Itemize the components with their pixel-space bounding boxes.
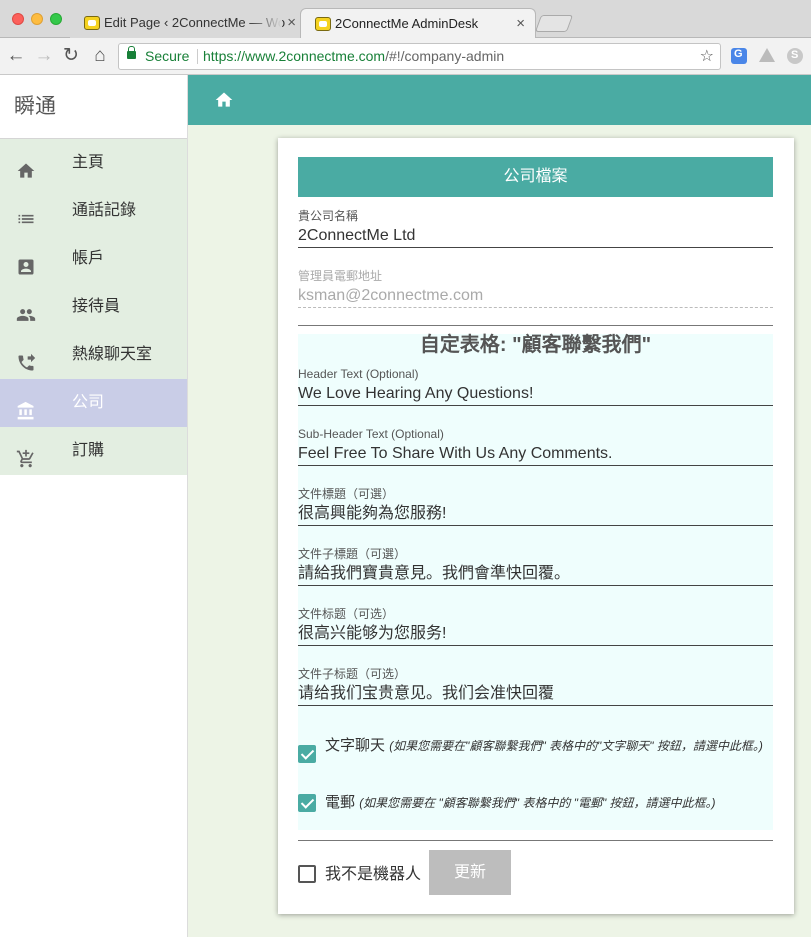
sidebar-menu: 主頁 通話記錄 帳戶 接待員 熱線聊天室 公司 訂購 bbox=[0, 139, 187, 475]
home-icon[interactable] bbox=[213, 90, 235, 110]
site-favicon-icon bbox=[84, 16, 100, 30]
forward-arrow-icon[interactable]: → bbox=[33, 44, 55, 68]
home-icon bbox=[16, 153, 36, 178]
sidebar-item-order[interactable]: 訂購 bbox=[0, 427, 187, 475]
field-label: Sub-Header Text (Optional) bbox=[298, 427, 444, 441]
browser-tab-bar: Edit Page ‹ 2ConnectMe — Wo × 2ConnectMe… bbox=[0, 0, 811, 38]
tab-title: 2ConnectMe AdminDesk bbox=[335, 16, 479, 31]
checkbox-label: 文字聊天 bbox=[325, 737, 386, 754]
doc-title-simp-input[interactable]: 很高兴能够为您服务! bbox=[298, 622, 773, 646]
secure-label: Secure bbox=[145, 48, 190, 64]
url-text: https://www.2connectme.com/#!/company-ad… bbox=[203, 48, 505, 64]
doc-title-simp-field[interactable]: 文件标题（可选） 很高兴能够为您服务! bbox=[298, 606, 773, 646]
field-label: 文件标题（可选） bbox=[298, 607, 395, 621]
field-label: 文件子標題（可選） bbox=[298, 547, 407, 561]
admin-email-field: 管理員電郵地址 ksman@2connectme.com bbox=[298, 268, 773, 308]
tab-close-icon[interactable]: × bbox=[287, 8, 296, 38]
window-minimize-button[interactable] bbox=[31, 13, 43, 25]
browser-home-icon[interactable]: ⌂ bbox=[89, 44, 111, 68]
sidebar-item-home[interactable]: 主頁 bbox=[0, 139, 187, 187]
admin-email-input: ksman@2connectme.com bbox=[298, 284, 773, 308]
field-label: 管理員電郵地址 bbox=[298, 269, 383, 283]
sidebar-item-label: 接待員 bbox=[72, 298, 121, 315]
back-arrow-icon[interactable]: ← bbox=[5, 44, 27, 68]
field-label: 貴公司名稱 bbox=[298, 209, 359, 223]
company-name-input[interactable]: 2ConnectMe Ltd bbox=[298, 224, 773, 248]
list-icon bbox=[16, 201, 36, 224]
captcha-label: 我不是機器人 bbox=[325, 866, 422, 883]
company-profile-card: 公司檔案 貴公司名稱 2ConnectMe Ltd 管理員電郵地址 ksman@… bbox=[278, 138, 794, 914]
header-text-input[interactable]: We Love Hearing Any Questions! bbox=[298, 382, 773, 406]
sidebar-item-label: 公司 bbox=[72, 394, 105, 411]
update-button[interactable]: 更新 bbox=[429, 850, 511, 895]
sidebar-item-label: 主頁 bbox=[72, 154, 105, 171]
site-favicon-icon bbox=[315, 17, 331, 31]
bookmark-star-icon[interactable]: ☆ bbox=[700, 44, 714, 69]
sidebar-item-label: 帳戶 bbox=[72, 250, 105, 267]
sidebar: 瞬通 主頁 通話記錄 帳戶 接待員 熱線聊天室 公司 訂購 bbox=[0, 75, 188, 937]
checkbox-label: 電郵 bbox=[325, 794, 356, 811]
text-chat-checkbox[interactable] bbox=[298, 745, 316, 763]
people-icon bbox=[16, 297, 36, 321]
google-translate-icon[interactable] bbox=[731, 48, 747, 64]
checkbox-note: (如果您需要在 "顧客聯繫我們" 表格中的 "電郵" 按鈕，請選中此框。) bbox=[359, 796, 716, 810]
new-tab-button[interactable] bbox=[534, 15, 574, 32]
doc-subtitle-simp-input[interactable]: 请给我们宝贵意见。我们会准快回覆 bbox=[298, 682, 773, 706]
doc-title-trad-input[interactable]: 很高興能夠為您服務! bbox=[298, 502, 773, 526]
email-checkbox[interactable] bbox=[298, 794, 316, 812]
captcha-checkbox[interactable] bbox=[298, 865, 316, 883]
bank-icon bbox=[16, 393, 36, 420]
sidebar-item-label: 通話記錄 bbox=[72, 202, 137, 219]
email-option: 電郵 (如果您需要在 "顧客聯繫我們" 表格中的 "電郵" 按鈕，請選中此框。) bbox=[325, 793, 775, 813]
browser-tab-admindesk[interactable]: 2ConnectMe AdminDesk × bbox=[300, 8, 536, 38]
browser-toolbar: ← → ↻ ⌂ Secure https://www.2connectme.co… bbox=[0, 38, 811, 75]
tab-close-icon[interactable]: × bbox=[516, 9, 525, 38]
company-name-field[interactable]: 貴公司名稱 2ConnectMe Ltd bbox=[298, 208, 773, 248]
lock-icon bbox=[127, 46, 136, 59]
sidebar-item-account[interactable]: 帳戶 bbox=[0, 235, 187, 283]
browser-tab-edit-page[interactable]: Edit Page ‹ 2ConnectMe — Wo × bbox=[70, 8, 306, 38]
doc-title-trad-field[interactable]: 文件標題（可選） 很高興能夠為您服務! bbox=[298, 486, 773, 526]
text-chat-option: 文字聊天 (如果您需要在"顧客聯繫我們" 表格中的"文字聊天" 按鈕，請選中此框… bbox=[325, 736, 775, 756]
account-box-icon bbox=[16, 249, 36, 275]
sidebar-item-receptionists[interactable]: 接待員 bbox=[0, 283, 187, 331]
skype-icon[interactable] bbox=[787, 48, 803, 64]
field-label: 文件標題（可選） bbox=[298, 487, 395, 501]
doc-subtitle-simp-field[interactable]: 文件子标题（可选） 请给我们宝贵意见。我们会准快回覆 bbox=[298, 666, 773, 706]
add-to-cart-icon bbox=[16, 441, 36, 468]
sidebar-item-company[interactable]: 公司 bbox=[0, 379, 187, 427]
subheader-text-input[interactable]: Feel Free To Share With Us Any Comments. bbox=[298, 442, 773, 466]
checkbox-note: (如果您需要在"顧客聯繫我們" 表格中的"文字聊天" 按鈕，請選中此框。) bbox=[389, 739, 763, 753]
google-drive-icon[interactable] bbox=[759, 48, 775, 62]
window-close-button[interactable] bbox=[12, 13, 24, 25]
brand-title: 瞬通 bbox=[0, 75, 187, 139]
doc-subtitle-trad-field[interactable]: 文件子標題（可選） 請給我們寶貴意見。我們會準快回覆。 bbox=[298, 546, 773, 586]
window-zoom-button[interactable] bbox=[50, 13, 62, 25]
sidebar-item-label: 訂購 bbox=[72, 442, 105, 459]
phone-forward-icon bbox=[16, 345, 36, 371]
subheader-text-field[interactable]: Sub-Header Text (Optional) Feel Free To … bbox=[298, 426, 773, 466]
app-header bbox=[188, 75, 811, 125]
divider bbox=[298, 840, 773, 841]
sidebar-item-hotline-chat[interactable]: 熱線聊天室 bbox=[0, 331, 187, 379]
reload-icon[interactable]: ↻ bbox=[60, 44, 82, 68]
divider bbox=[298, 325, 773, 326]
sidebar-item-call-log[interactable]: 通話記錄 bbox=[0, 187, 187, 235]
field-label: 文件子标题（可选） bbox=[298, 667, 407, 681]
field-label: Header Text (Optional) bbox=[298, 367, 419, 381]
address-bar[interactable]: Secure https://www.2connectme.com/#!/com… bbox=[118, 43, 721, 70]
sidebar-item-label: 熱線聊天室 bbox=[72, 346, 153, 363]
doc-subtitle-trad-input[interactable]: 請給我們寶貴意見。我們會準快回覆。 bbox=[298, 562, 773, 586]
card-title: 公司檔案 bbox=[298, 157, 773, 197]
header-text-field[interactable]: Header Text (Optional) We Love Hearing A… bbox=[298, 366, 773, 406]
custom-form-title: 自定表格: "顧客聯繫我們" bbox=[419, 334, 652, 356]
